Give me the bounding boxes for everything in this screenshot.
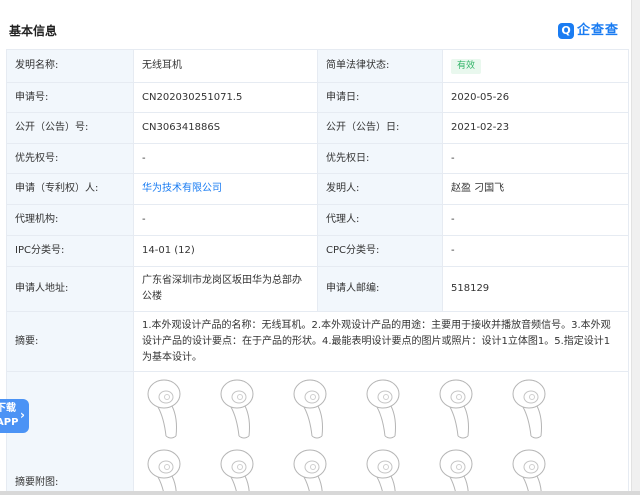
ipc-value: 14-01 (12) bbox=[133, 235, 318, 267]
field-label: 摘要附图: bbox=[6, 371, 134, 494]
scrollbar[interactable] bbox=[631, 0, 640, 495]
table-row: 优先权号: - 优先权日: - bbox=[6, 143, 629, 174]
table-row: 代理机构: - 代理人: - bbox=[6, 204, 629, 236]
field-label: 发明名称: bbox=[6, 49, 134, 83]
chevron-right-icon: › bbox=[20, 408, 25, 422]
section-title: 基本信息 bbox=[9, 24, 58, 38]
earbud-drawing bbox=[512, 379, 546, 492]
application-date-value: 2020-05-26 bbox=[442, 82, 629, 113]
earbud-figure[interactable] bbox=[434, 374, 490, 492]
basic-info-table: 发明名称: 无线耳机 简单法律状态: 有效 申请号: CN20203025107… bbox=[6, 49, 629, 494]
field-label: 申请人地址: bbox=[6, 266, 134, 312]
field-label: 简单法律状态: bbox=[317, 49, 443, 83]
earbud-figure[interactable] bbox=[507, 374, 563, 492]
field-label: CPC分类号: bbox=[317, 235, 443, 267]
inventor-value: 赵盈 刁国飞 bbox=[442, 173, 629, 205]
earbud-figure[interactable] bbox=[288, 374, 344, 492]
abstract-figures bbox=[142, 374, 628, 492]
bottom-scrollbar[interactable] bbox=[0, 491, 640, 495]
field-label: 摘要: bbox=[6, 311, 134, 372]
table-row: 申请人地址: 广东省深圳市龙岗区坂田华为总部办公楼 申请人邮编: 518129 bbox=[6, 266, 629, 312]
field-label: IPC分类号: bbox=[6, 235, 134, 267]
field-label: 公开（公告）日: bbox=[317, 112, 443, 144]
abstract-cell: 1.本外观设计产品的名称：无线耳机。2.本外观设计产品的用途：主要用于接收并播放… bbox=[133, 311, 629, 372]
download-app-tab[interactable]: 下载 APP › bbox=[0, 399, 29, 433]
field-label: 优先权号: bbox=[6, 143, 134, 174]
priority-number-value: - bbox=[133, 143, 318, 174]
postal-code-value: 518129 bbox=[442, 266, 629, 312]
applicant-cell: 华为技术有限公司 bbox=[133, 173, 318, 205]
field-label: 代理机构: bbox=[6, 204, 134, 236]
applicant-link[interactable]: 华为技术有限公司 bbox=[142, 183, 222, 194]
table-row: 发明名称: 无线耳机 简单法律状态: 有效 bbox=[6, 49, 629, 83]
applicant-address-value: 广东省深圳市龙岗区坂田华为总部办公楼 bbox=[133, 266, 318, 312]
figures-cell bbox=[133, 371, 629, 494]
invention-name-value: 无线耳机 bbox=[133, 49, 318, 83]
download-app-sublabel: APP bbox=[0, 417, 19, 428]
publication-number-value: CN306341886S bbox=[133, 112, 318, 144]
abstract-text: 1.本外观设计产品的名称：无线耳机。2.本外观设计产品的用途：主要用于接收并播放… bbox=[142, 319, 611, 363]
qichacha-logo-icon: Q bbox=[558, 23, 574, 39]
field-label: 公开（公告）号: bbox=[6, 112, 134, 144]
priority-date-value: - bbox=[442, 143, 629, 174]
field-label: 申请日: bbox=[317, 82, 443, 113]
earbud-drawing bbox=[293, 379, 327, 492]
legal-status-cell: 有效 bbox=[442, 49, 629, 83]
earbud-figure[interactable] bbox=[142, 374, 198, 492]
earbud-figure[interactable] bbox=[361, 374, 417, 492]
earbud-drawing bbox=[366, 379, 400, 492]
qichacha-logo[interactable]: Q 企查查 bbox=[558, 22, 619, 40]
table-row: 申请号: CN202030251071.5 申请日: 2020-05-26 bbox=[6, 82, 629, 113]
table-row: 摘要: 1.本外观设计产品的名称：无线耳机。2.本外观设计产品的用途：主要用于接… bbox=[6, 311, 629, 372]
application-number-value: CN202030251071.5 bbox=[133, 82, 318, 113]
field-label: 优先权日: bbox=[317, 143, 443, 174]
table-row: 申请（专利权）人: 华为技术有限公司 发明人: 赵盈 刁国飞 bbox=[6, 173, 629, 205]
qichacha-logo-text: 企查查 bbox=[577, 23, 620, 38]
download-app-label: 下载 bbox=[0, 403, 16, 414]
field-label: 申请人邮编: bbox=[317, 266, 443, 312]
field-label: 发明人: bbox=[317, 173, 443, 205]
field-label: 申请（专利权）人: bbox=[6, 173, 134, 205]
cpc-value: - bbox=[442, 235, 629, 267]
publication-date-value: 2021-02-23 bbox=[442, 112, 629, 144]
field-label: 代理人: bbox=[317, 204, 443, 236]
earbud-figure[interactable] bbox=[215, 374, 271, 492]
section-header: 基本信息 Q 企查查 bbox=[0, 0, 628, 44]
earbud-drawing bbox=[439, 379, 473, 492]
patent-info-panel: 基本信息 Q 企查查 发明名称: 无线耳机 简单法律状态: 有效 申请号: CN… bbox=[0, 0, 640, 495]
earbud-drawing bbox=[147, 379, 181, 492]
table-row: 摘要附图: bbox=[6, 371, 629, 494]
status-badge: 有效 bbox=[451, 59, 482, 74]
table-row: IPC分类号: 14-01 (12) CPC分类号: - bbox=[6, 235, 629, 267]
field-label: 申请号: bbox=[6, 82, 134, 113]
earbud-drawing bbox=[220, 379, 254, 492]
table-row: 公开（公告）号: CN306341886S 公开（公告）日: 2021-02-2… bbox=[6, 112, 629, 144]
agent-value: - bbox=[442, 204, 629, 236]
agency-value: - bbox=[133, 204, 318, 236]
